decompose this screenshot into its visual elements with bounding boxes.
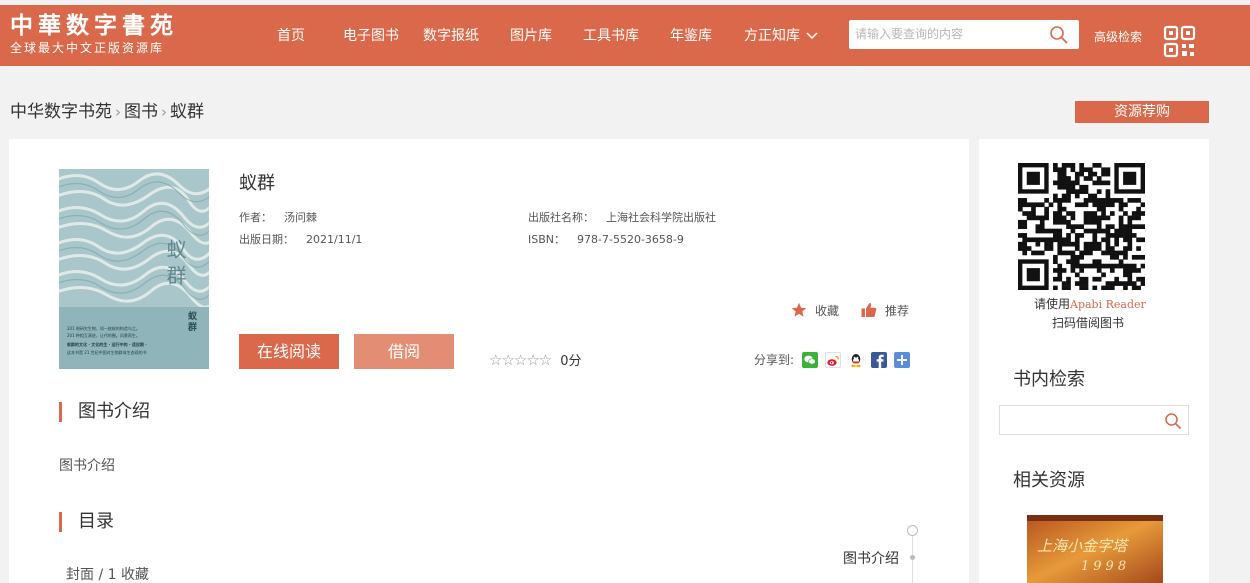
recommend-resource-button[interactable]: 资源荐购 (1075, 101, 1209, 123)
book-title: 蚁群 (239, 173, 275, 194)
wechat-icon[interactable] (802, 352, 818, 368)
qr-instruction-2: 扫码借阅图书 (1052, 316, 1125, 330)
publisher-label: 出版社名称： (528, 211, 594, 224)
timeline-dot (910, 555, 915, 560)
chevron-down-icon (806, 27, 818, 47)
advanced-search-link[interactable]: 高级检索 (1094, 29, 1142, 45)
inbook-search-box (999, 405, 1189, 435)
nav-images[interactable]: 图片库 (510, 26, 552, 46)
inbook-search-heading: 书内检索 (1013, 369, 1085, 390)
search-icon[interactable] (1164, 412, 1182, 430)
collect-label: 收藏 (815, 304, 840, 318)
qr-instruction-prefix: 请使用 (1034, 297, 1071, 311)
logo-subtitle: 全球最大中文正版资源库 (10, 41, 165, 55)
publish-date-label: 出版日期： (239, 233, 294, 246)
cover-title-big: 蚁群 (163, 239, 187, 291)
publisher-field: 出版社名称： 上海社会科学院出版社 (528, 210, 716, 226)
star-icon (791, 302, 807, 317)
toc-item[interactable]: 封面 / 1 收藏 (66, 566, 149, 583)
author-field: 作者： 汤问棘 (239, 210, 317, 226)
search-icon[interactable] (1049, 25, 1069, 45)
breadcrumb-home[interactable]: 中华数字书苑 (10, 102, 112, 122)
right-sidebar: 请使用Apabi Reader 扫码借阅图书 书内检索 相关资源 上海小金字塔 … (979, 139, 1209, 583)
nav-knowledge-label: 方正知库 (744, 28, 800, 44)
isbn-field: ISBN： 978-7-5520-3658-9 (528, 232, 684, 248)
read-online-button[interactable]: 在线阅读 (239, 334, 339, 369)
qr-code-icon[interactable] (1163, 25, 1196, 58)
rating: ☆☆☆☆☆ 0分 (489, 351, 582, 371)
facebook-icon[interactable] (871, 352, 887, 368)
thumbs-up-icon (861, 303, 877, 317)
related-resource-cover[interactable]: 上海小金字塔 1998 (1027, 515, 1163, 583)
collect-button[interactable]: 收藏 (791, 302, 839, 319)
cover-text-1: 201 例研究生物，如一枚蚁的构造与之。 (67, 326, 140, 331)
cover-text-4: 这本书是 21 世纪中国对生物群体生态观的书 (67, 350, 147, 355)
publisher-value[interactable]: 上海社会科学院出版社 (606, 211, 716, 224)
nav-home[interactable]: 首页 (277, 26, 305, 46)
related-heading: 相关资源 (1013, 470, 1085, 491)
chevron-right-icon: › (115, 103, 121, 121)
breadcrumb-current: 蚁群 (170, 102, 204, 122)
toc-side-link[interactable]: 图书介绍 (843, 550, 899, 568)
cover-text-2: 201 种相互演进，让代的圈。风景再生。 (67, 333, 140, 338)
qr-app-name: Apabi Reader (1070, 298, 1146, 311)
recommend-button[interactable]: 推荐 (861, 302, 909, 319)
site-logo[interactable]: 中華数字書苑 全球最大中文正版资源库 (10, 12, 178, 56)
search-box (849, 20, 1079, 49)
qr-instruction: 请使用Apabi Reader (1034, 296, 1146, 313)
plus-icon[interactable] (894, 352, 910, 368)
book-detail-panel: 蚁群 蚁群 201 例研究生物，如一枚蚁的构造与之。 201 种相互演进，让代的… (9, 139, 969, 583)
search-input[interactable] (855, 24, 1043, 44)
nav-newspapers[interactable]: 数字报纸 (423, 26, 479, 46)
isbn-label: ISBN： (528, 233, 566, 246)
weibo-icon[interactable] (825, 352, 841, 368)
cover-title-small: 蚁群 (186, 311, 196, 333)
qq-icon[interactable] (848, 352, 864, 368)
book-cover[interactable]: 蚁群 蚁群 201 例研究生物，如一枚蚁的构造与之。 201 种相互演进，让代的… (59, 169, 209, 369)
related-cover-title: 上海小金字塔 (1037, 537, 1128, 555)
related-cover-year: 1998 (1081, 559, 1131, 574)
isbn-value: 978-7-5520-3658-9 (577, 233, 684, 246)
author-value[interactable]: 汤问棘 (284, 211, 317, 224)
rating-score: 0分 (560, 354, 582, 369)
breadcrumb-books[interactable]: 图书 (124, 102, 158, 122)
author-label: 作者： (239, 211, 272, 224)
publish-date-field: 出版日期： 2021/11/1 (239, 232, 362, 248)
timeline-start-dot (907, 525, 918, 536)
nav-yearbooks[interactable]: 年鉴库 (670, 26, 712, 46)
intro-text: 图书介绍 (59, 458, 115, 474)
intro-heading: 图书介绍 (59, 402, 150, 422)
toc-heading: 目录 (59, 512, 114, 532)
nav-ebooks[interactable]: 电子图书 (343, 26, 399, 46)
chevron-right-icon: › (161, 103, 167, 121)
breadcrumb: 中华数字书苑 › 图书 › 蚁群 (10, 101, 204, 123)
borrow-button[interactable]: 借阅 (354, 334, 454, 369)
nav-knowledge[interactable]: 方正知库 (744, 26, 818, 47)
nav-reference[interactable]: 工具书库 (583, 26, 639, 46)
cover-text-3: 蚁群的文化 · 文化的生 · 运行中的 · 适应期 · (67, 342, 147, 347)
inbook-search-input[interactable] (1006, 411, 1156, 429)
rating-stars[interactable]: ☆☆☆☆☆ (489, 351, 552, 369)
top-navigation-bar: 中華数字書苑 全球最大中文正版资源库 首页 电子图书 数字报纸 图片库 工具书库… (0, 5, 1250, 66)
logo-title: 中華数字書苑 (10, 12, 178, 39)
publish-date-value: 2021/11/1 (306, 233, 363, 246)
recommend-label: 推荐 (885, 304, 910, 318)
borrow-qr-code (1018, 163, 1146, 291)
share-label: 分享到: (754, 353, 795, 367)
